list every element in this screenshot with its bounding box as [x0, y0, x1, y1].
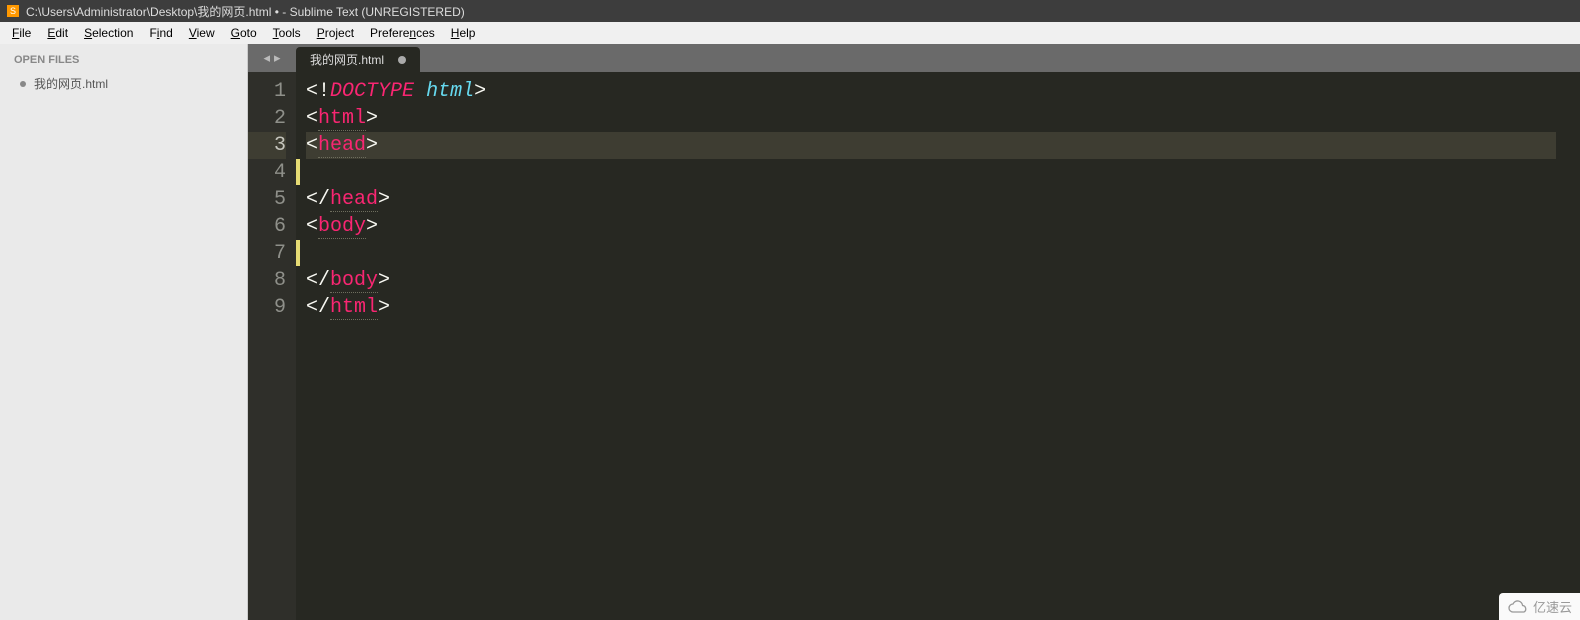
- watermark-label: 亿速云: [1533, 597, 1572, 616]
- tab-dirty-icon: [398, 56, 406, 64]
- code-line[interactable]: </html>: [306, 294, 1556, 321]
- open-file-label: 我的网页.html: [34, 75, 108, 92]
- main-area: OPEN FILES 我的网页.html ◂ ▸ 我的网页.html 12345…: [0, 44, 1580, 620]
- app-icon: S: [6, 4, 20, 18]
- line-number: 5: [248, 186, 286, 213]
- line-number: 6: [248, 213, 286, 240]
- menu-find[interactable]: Find: [141, 24, 180, 42]
- code-content[interactable]: <!DOCTYPE html><html><head> </head><body…: [306, 72, 1556, 620]
- code-line[interactable]: [306, 240, 1556, 267]
- line-number: 9: [248, 294, 286, 321]
- watermark: 亿速云: [1499, 593, 1580, 620]
- gutter: 123456789: [248, 72, 296, 620]
- sidebar: OPEN FILES 我的网页.html: [0, 44, 248, 620]
- code-line[interactable]: </head>: [306, 186, 1556, 213]
- tab-next-icon[interactable]: ▸: [274, 50, 281, 66]
- code-line[interactable]: <html>: [306, 105, 1556, 132]
- svg-text:S: S: [10, 6, 16, 16]
- line-number: 4: [248, 159, 286, 186]
- menu-help[interactable]: Help: [443, 24, 484, 42]
- line-number: 7: [248, 240, 286, 267]
- menu-edit[interactable]: Edit: [39, 24, 76, 42]
- tab-prev-icon[interactable]: ◂: [263, 50, 270, 66]
- minimap[interactable]: [1556, 72, 1580, 620]
- open-files-header: OPEN FILES: [0, 44, 247, 72]
- menu-file[interactable]: File: [4, 24, 39, 42]
- fold-mark-icon: [296, 159, 300, 185]
- menu-preferences[interactable]: Preferences: [362, 24, 443, 42]
- line-number: 2: [248, 105, 286, 132]
- menu-project[interactable]: Project: [309, 24, 362, 42]
- tab-nav: ◂ ▸: [248, 44, 296, 72]
- menu-tools[interactable]: Tools: [265, 24, 309, 42]
- code-line[interactable]: <body>: [306, 213, 1556, 240]
- dirty-indicator-icon: [20, 81, 26, 87]
- code-area[interactable]: 123456789 <!DOCTYPE html><html><head> </…: [248, 72, 1580, 620]
- menu-view[interactable]: View: [181, 24, 223, 42]
- line-number: 3: [248, 132, 286, 159]
- fold-mark-icon: [296, 240, 300, 266]
- editor-area: ◂ ▸ 我的网页.html 123456789 <!DOCTYPE html><…: [248, 44, 1580, 620]
- titlebar: S C:\Users\Administrator\Desktop\我的网页.ht…: [0, 0, 1580, 22]
- menu-selection[interactable]: Selection: [76, 24, 141, 42]
- cloud-icon: [1507, 600, 1529, 614]
- menu-goto[interactable]: Goto: [223, 24, 265, 42]
- tab-active[interactable]: 我的网页.html: [296, 47, 420, 72]
- menubar: File Edit Selection Find View Goto Tools…: [0, 22, 1580, 44]
- fold-marks: [296, 72, 306, 620]
- line-number: 8: [248, 267, 286, 294]
- tab-row: ◂ ▸ 我的网页.html: [248, 44, 1580, 72]
- line-number: 1: [248, 78, 286, 105]
- code-line[interactable]: <!DOCTYPE html>: [306, 78, 1556, 105]
- code-line[interactable]: [306, 159, 1556, 186]
- code-line[interactable]: </body>: [306, 267, 1556, 294]
- open-file-item[interactable]: 我的网页.html: [0, 72, 247, 95]
- code-line[interactable]: <head>: [306, 132, 1556, 159]
- window-title: C:\Users\Administrator\Desktop\我的网页.html…: [26, 3, 465, 20]
- tab-label: 我的网页.html: [310, 51, 384, 68]
